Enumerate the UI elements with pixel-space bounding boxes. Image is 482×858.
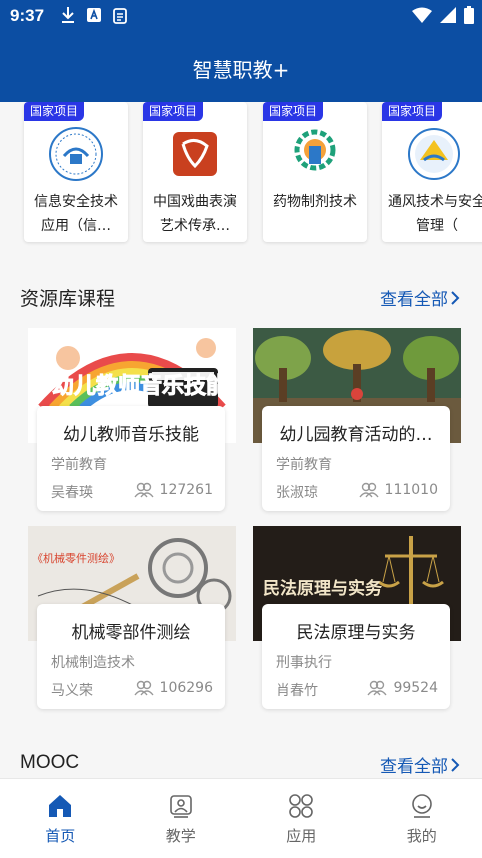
project-tag: 国家项目 <box>143 102 204 121</box>
course-learner-count: 111010 <box>358 482 438 498</box>
app-header: 智慧职教+ <box>0 32 482 102</box>
project-card[interactable]: 国家项目 中国戏曲表演艺术传承… <box>143 102 247 242</box>
bottom-navigation: 首页 教学 应用 我的 <box>0 778 482 858</box>
status-bar: 9:37 <box>0 0 482 32</box>
project-logo-icon <box>294 129 336 171</box>
font-icon <box>87 8 101 22</box>
course-category: 机械制造技术 <box>51 655 135 671</box>
resource-section-title: 资源库课程 <box>20 288 116 310</box>
national-projects-carousel[interactable]: 国家项目 信息安全技术应用（信… 国家项目 中国戏曲表演艺术传承… 国家项目 药… <box>0 102 482 272</box>
course-teacher: 马义荣 <box>51 683 93 699</box>
apps-icon <box>289 794 314 818</box>
course-count-value: 106296 <box>159 680 213 696</box>
nav-tab-home[interactable]: 首页 <box>0 779 121 858</box>
project-tag: 国家项目 <box>263 102 324 121</box>
people-icon <box>133 482 154 498</box>
teaching-icon <box>169 795 192 818</box>
course-title: 幼儿教师音乐技能 <box>63 425 199 445</box>
wifi-icon <box>412 7 432 23</box>
notification-icons <box>60 6 128 24</box>
nav-label: 首页 <box>45 827 76 845</box>
course-info-card: 幼儿园教育活动的… 学前教育 张淑琼 111010 <box>262 406 450 511</box>
course-category: 学前教育 <box>51 457 107 473</box>
profile-icon <box>411 794 432 818</box>
home-icon <box>49 795 72 817</box>
course-category: 刑事执行 <box>276 655 332 671</box>
course-category: 学前教育 <box>276 457 332 473</box>
nav-label: 教学 <box>165 827 196 845</box>
download-icon <box>62 7 74 23</box>
course-teacher: 吴春瑛 <box>51 485 93 501</box>
nav-tab-teaching[interactable]: 教学 <box>121 779 242 858</box>
chevron-right-icon <box>451 757 460 772</box>
project-card[interactable]: 国家项目 通风技术与安全管理（ <box>382 102 482 242</box>
people-icon <box>133 680 154 696</box>
course-title: 民法原理与实务 <box>296 623 416 643</box>
course-title: 幼儿园教育活动的… <box>279 425 433 445</box>
project-name: 中国戏曲表演艺术传承… <box>153 194 237 234</box>
course-item[interactable]: 《机械零件测绘》 机械零部件测绘 机械制造技术 马义荣 106296 <box>28 526 236 711</box>
project-tag: 国家项目 <box>382 102 443 121</box>
course-item[interactable]: 幼儿园教育活动的… 学前教育 张淑琼 111010 <box>253 328 461 513</box>
nav-label: 我的 <box>406 827 437 845</box>
mooc-section-title: MOOC <box>20 752 80 773</box>
mooc-view-all-link[interactable]: 查看全部 <box>380 752 460 777</box>
project-tag: 国家项目 <box>24 102 85 121</box>
project-logo-icon <box>173 132 217 176</box>
clipboard-icon <box>113 8 127 24</box>
course-item[interactable]: 民法原理与实务 民法原理与实务 刑事执行 肖春竹 99524 <box>253 526 461 711</box>
nav-tab-apps[interactable]: 应用 <box>241 779 362 858</box>
course-thumbnail-text: 民法原理与实务 <box>263 579 382 599</box>
view-all-label: 查看全部 <box>380 757 448 777</box>
project-name: 信息安全技术应用（信… <box>34 194 118 234</box>
course-info-card: 幼儿教师音乐技能 学前教育 吴春瑛 127261 <box>37 406 225 511</box>
nav-label: 应用 <box>286 827 317 845</box>
course-count-value: 99524 <box>393 680 438 696</box>
nav-tab-profile[interactable]: 我的 <box>362 779 482 858</box>
course-info-card: 机械零部件测绘 机械制造技术 马义荣 106296 <box>37 604 225 709</box>
project-card[interactable]: 国家项目 药物制剂技术 <box>263 102 367 242</box>
course-learner-count: 106296 <box>133 680 213 696</box>
status-time: 9:37 <box>10 6 45 25</box>
signal-icon <box>440 7 456 23</box>
app-title: 智慧职教+ <box>192 58 290 82</box>
course-learner-count: 99524 <box>367 680 438 696</box>
course-teacher: 张淑琼 <box>276 485 318 501</box>
course-title: 机械零部件测绘 <box>71 623 191 643</box>
course-learner-count: 127261 <box>133 482 213 498</box>
course-info-card: 民法原理与实务 刑事执行 肖春竹 99524 <box>262 604 450 709</box>
resource-view-all-link[interactable]: 查看全部 <box>380 285 460 310</box>
course-count-value: 127261 <box>159 482 213 498</box>
view-all-label: 查看全部 <box>380 290 448 310</box>
project-name: 药物制剂技术 <box>273 194 357 210</box>
project-logo-icon <box>408 128 460 180</box>
system-icons <box>412 6 474 24</box>
project-name: 通风技术与安全管理（ <box>388 194 482 234</box>
battery-icon <box>464 6 474 24</box>
project-logo-icon <box>49 127 103 181</box>
people-icon <box>358 482 379 498</box>
course-thumbnail-text: 幼儿教师音乐技能 <box>51 374 229 400</box>
people-icon <box>367 680 388 696</box>
course-item[interactable]: 幼儿教师音乐技能 幼儿教师音乐技能 学前教育 吴春瑛 127261 <box>28 328 236 513</box>
course-thumbnail-text: 《机械零件测绘》 <box>32 552 120 565</box>
project-card[interactable]: 国家项目 信息安全技术应用（信… <box>24 102 128 242</box>
chevron-right-icon <box>451 290 460 305</box>
course-count-value: 111010 <box>384 482 438 498</box>
course-teacher: 肖春竹 <box>276 683 318 699</box>
